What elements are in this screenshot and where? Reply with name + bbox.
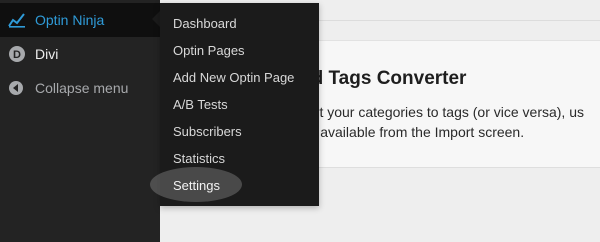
submenu-item-settings[interactable]: Settings (173, 177, 313, 201)
sidebar-item-label: Collapse menu (35, 80, 129, 96)
divi-icon: D (9, 46, 25, 62)
submenu-item-dashboard[interactable]: Dashboard (173, 15, 313, 39)
chart-icon (8, 13, 25, 28)
submenu-item-statistics[interactable]: Statistics (173, 150, 313, 174)
sidebar-item-optin-ninja[interactable]: Optin Ninja (0, 3, 160, 37)
sidebar-item-label: Optin Ninja (35, 12, 105, 28)
submenu-item-add-new-optin-page[interactable]: Add New Optin Page (173, 69, 313, 93)
sidebar-item-divi[interactable]: D Divi (0, 37, 160, 71)
tool-card-description-line2: ter available from the Import screen. (300, 124, 524, 140)
sidebar-item-label: Divi (35, 46, 59, 62)
submenu-item-subscribers[interactable]: Subscribers (173, 123, 313, 147)
submenu-item-optin-pages[interactable]: Optin Pages (173, 42, 313, 66)
active-menu-arrow (152, 11, 160, 27)
collapse-icon (9, 81, 23, 95)
admin-sidebar: Optin Ninja D Divi Collapse menu (0, 0, 160, 242)
tool-card-description-rest: available from the Import screen. (316, 124, 525, 140)
tool-card-description: vert your categories to tags (or vice ve… (300, 104, 584, 120)
tool-card-title: nd Tags Converter (300, 68, 467, 89)
submenu-item-ab-tests[interactable]: A/B Tests (173, 96, 313, 120)
svg-text:D: D (13, 49, 21, 61)
collapse-menu-button[interactable]: Collapse menu (0, 71, 160, 105)
submenu-flyout: Dashboard Optin Pages Add New Optin Page… (150, 3, 319, 206)
